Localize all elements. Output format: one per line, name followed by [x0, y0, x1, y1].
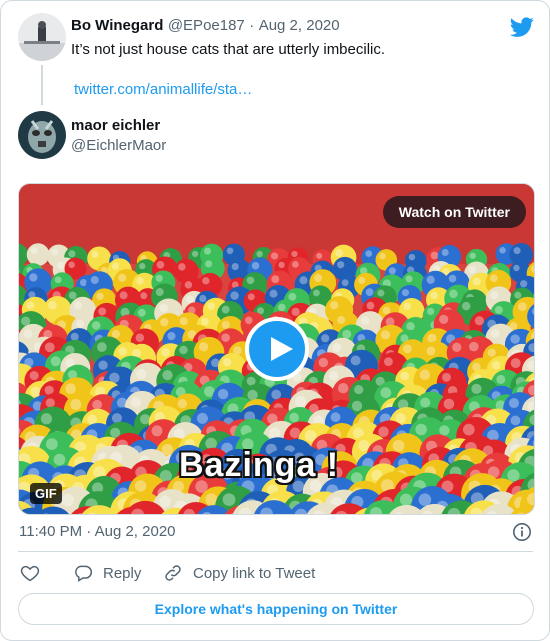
- author-line: Bo Winegard @EPoe187 · Aug 2, 2020: [71, 17, 340, 35]
- quoted-author-avatar[interactable]: [18, 111, 66, 159]
- reply-button[interactable]: Reply: [73, 563, 141, 583]
- heart-icon: [20, 565, 40, 582]
- quoted-author-handle[interactable]: @EichlerMaor: [71, 137, 166, 154]
- link-icon: [165, 565, 181, 581]
- tweet-text: It’s not just house cats that are utterl…: [71, 41, 386, 58]
- tweet-card: Bo Winegard @EPoe187 · Aug 2, 2020 It’s …: [0, 0, 550, 641]
- gif-caption: Bazinga !: [179, 446, 340, 484]
- quoted-author-name[interactable]: maor eichler: [71, 117, 160, 134]
- copy-link-button[interactable]: Copy link to Tweet: [163, 563, 315, 583]
- tweet-full-date: Aug 2, 2020: [94, 523, 176, 540]
- reply-label: Reply: [103, 564, 142, 582]
- reply-icon: [75, 565, 93, 582]
- play-icon[interactable]: [245, 317, 309, 381]
- meta-divider: [18, 551, 533, 552]
- gif-badge: GIF: [30, 483, 62, 504]
- thread-connector: [41, 65, 43, 105]
- gif-media[interactable]: Watch on Twitter Bazinga ! GIF: [18, 183, 535, 515]
- tweet-time: 11:40 PM: [19, 523, 83, 540]
- explore-twitter-button[interactable]: Explore what's happening on Twitter: [18, 593, 534, 625]
- like-button[interactable]: [20, 563, 40, 583]
- author-name[interactable]: Bo Winegard: [71, 17, 163, 34]
- watch-on-twitter-button[interactable]: Watch on Twitter: [382, 196, 526, 228]
- date-separator: ·: [249, 17, 255, 34]
- info-icon[interactable]: [512, 522, 532, 542]
- tweet-link[interactable]: twitter.com/animallife/sta…: [74, 81, 252, 98]
- author-avatar[interactable]: [18, 13, 66, 61]
- tweet-date[interactable]: Aug 2, 2020: [259, 17, 340, 34]
- twitter-bird-icon[interactable]: [509, 15, 534, 39]
- meta-separator: ·: [86, 523, 92, 540]
- tweet-timestamp[interactable]: 11:40 PM · Aug 2, 2020: [19, 523, 176, 540]
- author-handle[interactable]: @EPoe187: [168, 17, 245, 34]
- copy-link-label: Copy link to Tweet: [193, 564, 316, 582]
